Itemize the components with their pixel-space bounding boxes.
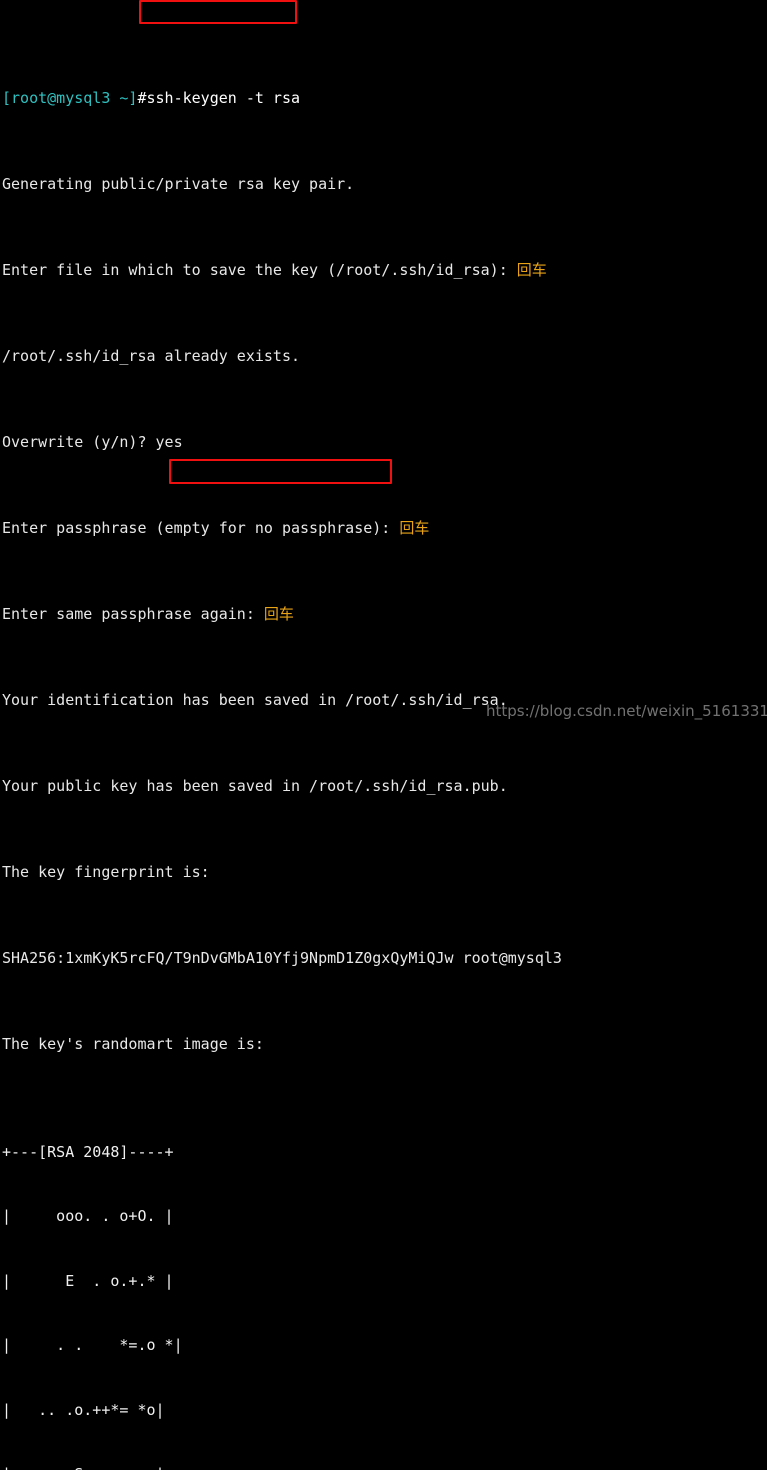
enter-same-passphrase-text: Enter same passphrase again: bbox=[2, 605, 264, 623]
terminal-line-overwrite: Overwrite (y/n)? yes bbox=[2, 433, 183, 451]
randomart-row: | . o S+o.oo..o| bbox=[2, 1464, 767, 1470]
terminal-line-already-exists: /root/.ssh/id_rsa already exists. bbox=[2, 347, 301, 365]
hash-symbol: # bbox=[137, 89, 147, 107]
annotation-enter-key-3: 回车 bbox=[263, 605, 294, 623]
enter-file-text: Enter file in which to save the key (/ro… bbox=[2, 261, 517, 279]
terminal-line-command-keygen: [root@mysql3 ~]#ssh-keygen -t rsa bbox=[2, 88, 767, 110]
randomart-row: | E . o.+.* | bbox=[2, 1271, 174, 1290]
terminal-line-enter-file: Enter file in which to save the key (/ro… bbox=[2, 260, 767, 282]
terminal-line-generating: Generating public/private rsa key pair. bbox=[2, 175, 355, 193]
enter-passphrase-text: Enter passphrase (empty for no passphras… bbox=[2, 519, 400, 537]
terminal-line-randomart-label: The key's randomart image is: bbox=[2, 1035, 264, 1053]
randomart-row: | . . *=.o *| bbox=[2, 1336, 183, 1354]
shell-prompt: [root@mysql3 ~] bbox=[2, 89, 138, 107]
annotation-enter-key-1: 回车 bbox=[516, 261, 547, 279]
annotation-enter-key-2: 回车 bbox=[399, 519, 430, 537]
terminal-line-fingerprint-value: SHA256:1xmKyK5rcFQ/T9nDvGMbA10Yfj9NpmD1Z… bbox=[2, 949, 562, 967]
terminal-line-enter-passphrase: Enter passphrase (empty for no passphras… bbox=[2, 518, 767, 540]
terminal-output: [root@mysql3 ~]#ssh-keygen -t rsa Genera… bbox=[0, 0, 767, 1470]
randomart-row: | .. .o.++*= *o| bbox=[2, 1400, 165, 1419]
terminal-line-fingerprint-label: The key fingerprint is: bbox=[2, 863, 210, 881]
randomart-top-border: +---[RSA 2048]----+ bbox=[2, 1142, 174, 1161]
command-ssh-keygen[interactable]: ssh-keygen -t rsa bbox=[147, 89, 301, 107]
terminal-line-identification-saved: Your identification has been saved in /r… bbox=[2, 691, 508, 709]
terminal-line-public-key-saved: Your public key has been saved in /root/… bbox=[2, 777, 508, 795]
terminal-line-enter-same-passphrase: Enter same passphrase again: 回车 bbox=[2, 604, 767, 626]
randomart-row: | ooo. . o+O. | bbox=[2, 1207, 174, 1225]
